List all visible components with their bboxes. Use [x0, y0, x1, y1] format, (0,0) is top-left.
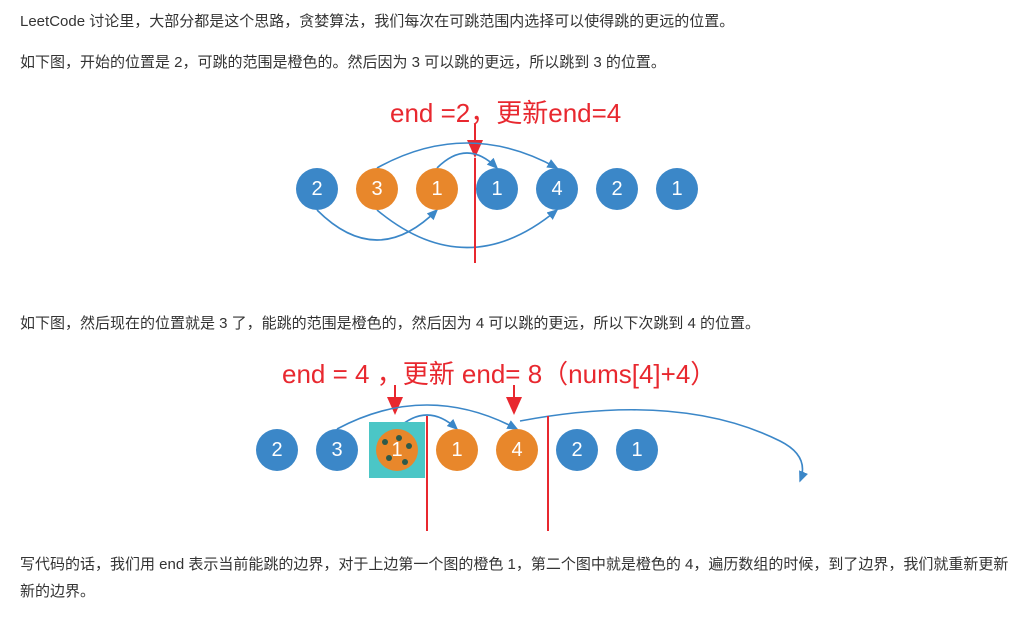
circle-3: 1 [436, 429, 478, 471]
paragraph-code-note: 写代码的话，我们用 end 表示当前能跳的边界，对于上边第一个图的橙色 1，第二… [20, 551, 1010, 605]
paragraph-step2: 如下图，然后现在的位置就是 3 了，能跳的范围是橙色的，然后因为 4 可以跳的更… [20, 310, 1010, 337]
diagram-1: end =2，更新end=4 2 3 1 1 4 2 1 [20, 90, 1010, 300]
diagram1-annotation: end =2，更新end=4 [390, 90, 621, 137]
diagram1-circles: 2 3 1 1 4 2 1 [296, 168, 698, 210]
circle-1: 3 [356, 168, 398, 210]
paragraph-step1: 如下图，开始的位置是 2，可跳的范围是橙色的。然后因为 3 可以跳的更远，所以跳… [20, 49, 1010, 76]
circle-3: 1 [476, 168, 518, 210]
circle-0: 2 [296, 168, 338, 210]
circle-2: 1 [416, 168, 458, 210]
circle-1: 3 [316, 429, 358, 471]
circle-5: 2 [556, 429, 598, 471]
circle-4: 4 [536, 168, 578, 210]
diagram2-circles: 2 3 1 1 4 2 1 [256, 429, 658, 471]
circle-6: 1 [656, 168, 698, 210]
circle-4: 4 [496, 429, 538, 471]
paragraph-intro: LeetCode 讨论里，大部分都是这个思路，贪婪算法，我们每次在可跳范围内选择… [20, 8, 1010, 35]
diagram2-annotation: end = 4 ，更新 end= 8（nums[4]+4） [282, 351, 716, 398]
circle-2: 1 [376, 429, 418, 471]
circle-6: 1 [616, 429, 658, 471]
circle-0: 2 [256, 429, 298, 471]
circle-5: 2 [596, 168, 638, 210]
diagram-2: end = 4 ，更新 end= 8（nums[4]+4） 2 3 1 [20, 351, 1010, 541]
circle-2-highlight: 1 [369, 422, 425, 478]
